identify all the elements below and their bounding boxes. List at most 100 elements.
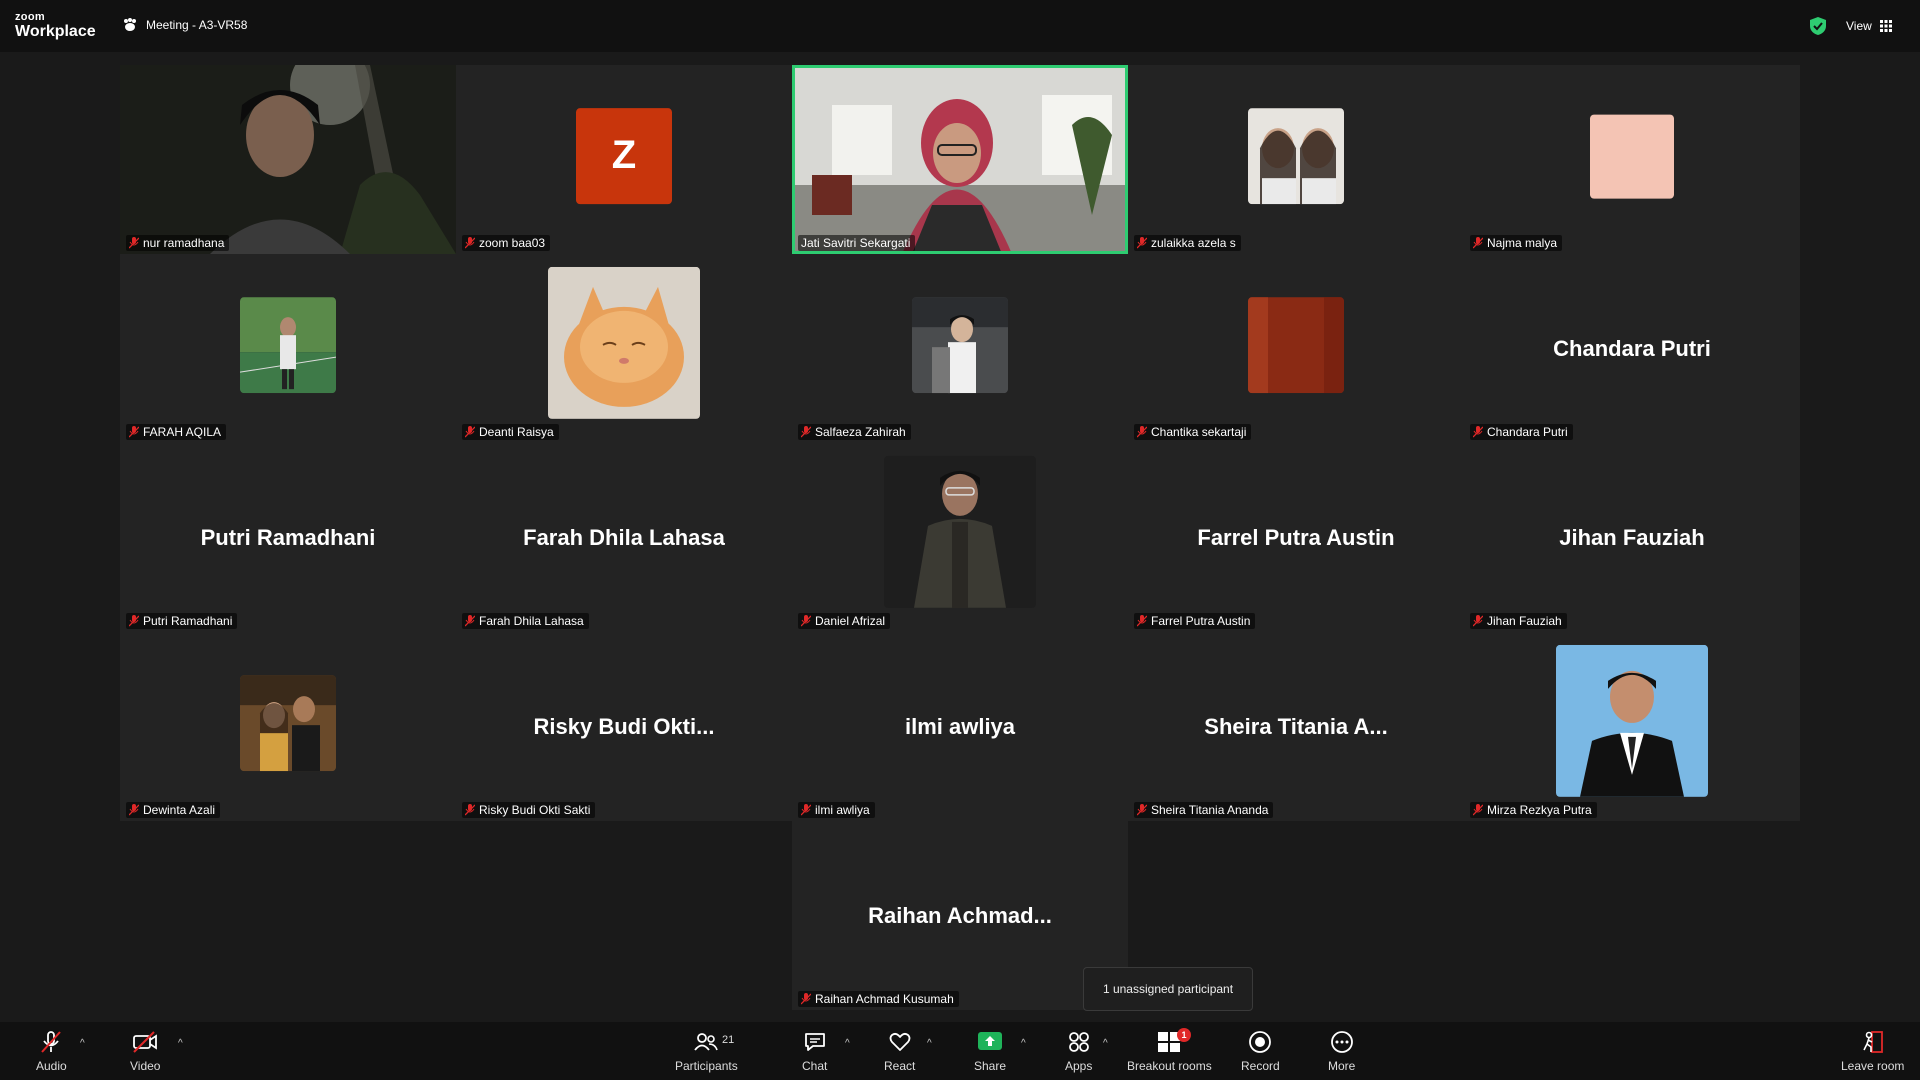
participant-display-name: Putri Ramadhani <box>200 524 376 550</box>
participant-tile[interactable]: Raihan Achmad... Raihan Achmad Kusumah <box>792 821 1128 1010</box>
participant-tile[interactable]: nur ramadhana <box>120 65 456 254</box>
participant-name: Raihan Achmad Kusumah <box>815 992 954 1006</box>
participant-tile[interactable]: Deanti Raisya <box>456 254 792 443</box>
chat-options-caret[interactable]: ^ <box>845 1038 850 1049</box>
video-label: Video <box>130 1059 161 1073</box>
participant-video <box>120 65 456 254</box>
participant-display-name: Farrel Putra Austin <box>1197 524 1395 550</box>
participant-name: zulaikka azela s <box>1151 236 1236 250</box>
participant-tile[interactable]: Salfaeza Zahirah <box>792 254 1128 443</box>
mic-muted-icon <box>129 237 139 249</box>
logo-large: Workplace <box>15 23 96 40</box>
participant-tile[interactable]: Z zoom baa03 <box>456 65 792 254</box>
paw-icon <box>124 18 136 31</box>
participant-name-label: Salfaeza Zahirah <box>798 424 911 440</box>
mic-muted-icon <box>1137 426 1147 438</box>
participant-name-label: Najma malya <box>1470 235 1563 251</box>
mic-muted-icon <box>1137 804 1147 816</box>
avatar <box>1248 107 1344 204</box>
participant-name-label: Farrel Putra Austin <box>1134 613 1256 629</box>
security-shield-icon[interactable] <box>1810 17 1826 35</box>
participant-tile[interactable]: Daniel Afrizal <box>792 443 1128 632</box>
mic-muted-icon <box>465 237 475 249</box>
avatar-photo <box>548 266 700 419</box>
participant-name-label: Risky Budi Okti Sakti <box>462 802 596 818</box>
participant-tile[interactable]: Chantika sekartaji <box>1128 254 1464 443</box>
record-button[interactable]: Record <box>1241 1030 1280 1073</box>
participants-count: 21 <box>722 1034 735 1046</box>
participant-name: Salfaeza Zahirah <box>815 425 906 439</box>
view-label: View <box>1846 19 1872 33</box>
mic-muted-icon <box>129 615 139 627</box>
participant-tile[interactable]: Sheira Titania A... Sheira Titania Anand… <box>1128 632 1464 821</box>
logo-small: zoom <box>15 11 45 23</box>
video-options-caret[interactable]: ^ <box>178 1038 183 1049</box>
grid-icon <box>1879 20 1892 32</box>
avatar <box>240 674 336 771</box>
more-button[interactable]: More <box>1328 1030 1355 1073</box>
participant-name-label: FARAH AQILA <box>126 424 227 440</box>
participant-name-label: Putri Ramadhani <box>126 613 238 629</box>
leave-room-icon <box>1862 1031 1883 1053</box>
breakout-badge: 1 <box>1177 1028 1191 1042</box>
participant-name: Farrel Putra Austin <box>1151 614 1251 628</box>
meeting-info[interactable]: Meeting - A3-VR58 <box>122 18 247 32</box>
participant-display-name: Sheira Titania A... <box>1204 713 1388 739</box>
avatar-photo <box>1248 107 1344 204</box>
participant-tile[interactable]: Jihan Fauziah Jihan Fauziah <box>1464 443 1800 632</box>
participant-name: Sheira Titania Ananda <box>1151 803 1269 817</box>
react-button[interactable]: React <box>884 1030 915 1073</box>
participant-tile[interactable]: Chandara Putri Chandara Putri <box>1464 254 1800 443</box>
participant-tile-active-speaker[interactable]: Jati Savitri Sekargati <box>792 65 1128 254</box>
chat-button[interactable]: Chat <box>802 1030 827 1073</box>
mic-muted-icon <box>801 993 811 1005</box>
participant-tile[interactable]: zulaikka azela s <box>1128 65 1464 254</box>
avatar-photo <box>912 296 1008 393</box>
participant-tile[interactable]: Farah Dhila Lahasa Farah Dhila Lahasa <box>456 443 792 632</box>
participant-tile[interactable]: FARAH AQILA <box>120 254 456 443</box>
avatar-photo <box>240 674 336 771</box>
share-options-caret[interactable]: ^ <box>1021 1038 1026 1049</box>
participant-name: Dewinta Azali <box>143 803 216 817</box>
gallery-view: nur ramadhana Z zoom baa03 Jati Savitri … <box>120 65 1800 821</box>
chat-icon <box>804 1033 825 1051</box>
participant-name-label: Mirza Rezkya Putra <box>1470 802 1597 818</box>
participant-tile[interactable]: Mirza Rezkya Putra <box>1464 632 1800 821</box>
participant-name-label: Dewinta Azali <box>126 802 221 818</box>
mic-muted-icon <box>1137 615 1147 627</box>
participant-tile[interactable]: Dewinta Azali <box>120 632 456 821</box>
participant-name-label: Deanti Raisya <box>462 424 559 440</box>
participant-name-label: Jihan Fauziah <box>1470 613 1567 629</box>
participant-name: nur ramadhana <box>143 236 225 250</box>
participant-name: Chandara Putri <box>1487 425 1568 439</box>
leave-room-label: Leave room <box>1841 1059 1905 1073</box>
apps-button[interactable]: Apps <box>1065 1030 1092 1073</box>
record-icon <box>1249 1031 1272 1053</box>
participant-tile[interactable]: Putri Ramadhani Putri Ramadhani <box>120 443 456 632</box>
share-button[interactable]: Share <box>974 1030 1006 1073</box>
participant-video <box>792 65 1128 254</box>
participant-tile[interactable]: ilmi awliya ilmi awliya <box>792 632 1128 821</box>
mic-muted-icon <box>1473 804 1483 816</box>
more-label: More <box>1328 1059 1356 1073</box>
participant-tile[interactable]: Najma malya <box>1464 65 1800 254</box>
participant-tile[interactable]: Farrel Putra Austin Farrel Putra Austin <box>1128 443 1464 632</box>
apps-icon <box>1068 1032 1089 1052</box>
participant-name: Daniel Afrizal <box>815 614 886 628</box>
participant-tile[interactable]: Risky Budi Okti... Risky Budi Okti Sakti <box>456 632 792 821</box>
participant-name-label: ilmi awliya <box>798 802 875 818</box>
mic-muted-icon <box>41 1031 62 1053</box>
apps-options-caret[interactable]: ^ <box>1103 1038 1108 1049</box>
avatar <box>240 296 336 393</box>
avatar-photo <box>240 296 336 393</box>
leave-room-button[interactable]: Leave room <box>1841 1030 1904 1073</box>
heart-icon <box>889 1032 911 1051</box>
video-button[interactable]: Video <box>130 1030 160 1073</box>
audio-button[interactable]: Audio <box>36 1030 67 1073</box>
breakout-rooms-button[interactable]: Breakout rooms <box>1127 1030 1212 1073</box>
react-options-caret[interactable]: ^ <box>927 1038 932 1049</box>
view-button[interactable]: View <box>1846 19 1892 33</box>
audio-options-caret[interactable]: ^ <box>80 1038 85 1049</box>
participant-name: zoom baa03 <box>479 236 546 250</box>
video-off-icon <box>133 1031 158 1053</box>
